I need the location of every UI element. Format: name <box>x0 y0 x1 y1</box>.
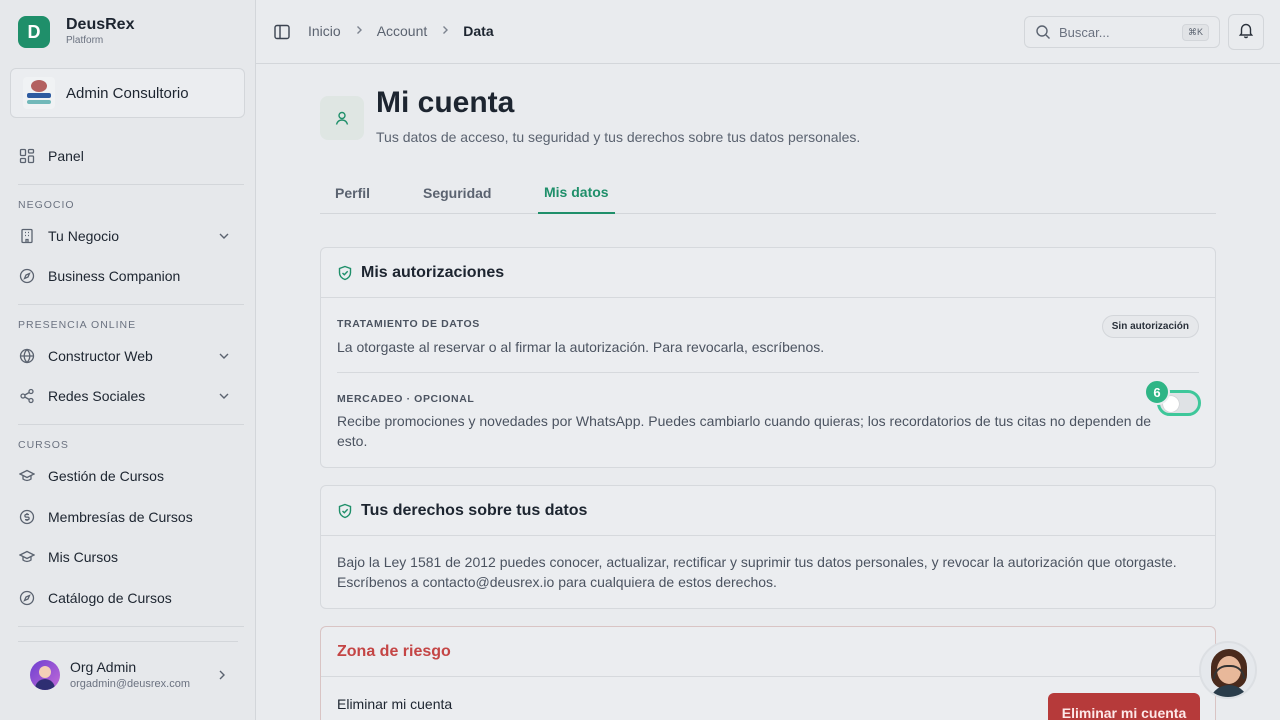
org-switcher[interactable]: Admin Consultorio <box>10 68 245 118</box>
sidebar-item-label: Gestión de Cursos <box>48 468 164 484</box>
breadcrumb-item-account[interactable]: Account <box>377 23 428 39</box>
sidebar-item-redes-sociales[interactable]: Redes Sociales <box>18 380 238 412</box>
section-label-cursos: CURSOS <box>18 439 69 451</box>
card-title: Mis autorizaciones <box>361 263 505 281</box>
org-name: Admin Consultorio <box>66 84 189 102</box>
sidebar-item-label: Panel <box>48 148 84 164</box>
user-email: orgadmin@deusrex.com <box>70 677 190 690</box>
sidebar-item-label: Constructor Web <box>48 348 153 364</box>
page-subtitle: Tus datos de acceso, tu seguridad y tus … <box>376 129 861 145</box>
search-input[interactable]: Buscar... ⌘K <box>1024 16 1220 48</box>
card-title: Tus derechos sobre tus datos <box>361 501 588 519</box>
section-label-presencia: PRESENCIA ONLINE <box>18 319 137 331</box>
card-header: Tus derechos sobre tus datos <box>321 486 1215 536</box>
shield-check-icon <box>337 503 353 519</box>
dashboard-icon <box>18 147 36 165</box>
notifications-button[interactable] <box>1228 14 1264 50</box>
building-icon <box>18 227 36 245</box>
chevron-right-icon <box>439 24 451 39</box>
status-badge: Sin autorización <box>1101 315 1199 338</box>
user-icon <box>320 96 364 140</box>
sidebar-divider <box>18 184 244 185</box>
sidebar: D DeusRex Platform Admin Consultorio Pan… <box>0 0 256 720</box>
derechos-text: Bajo la Ley 1581 de 2012 puedes conocer,… <box>337 554 1177 590</box>
tabs: Perfil Seguridad Mis datos <box>320 171 1216 214</box>
breadcrumb-item-data: Data <box>463 23 494 39</box>
sidebar-item-business-companion[interactable]: Business Companion <box>18 260 238 292</box>
derechos-card: Tus derechos sobre tus datos Bajo la Ley… <box>320 485 1216 609</box>
mercadeo-text: Recibe promociones y novedades por Whats… <box>337 413 1152 449</box>
sidebar-item-gestion-cursos[interactable]: Gestión de Cursos <box>18 460 238 492</box>
search-icon <box>1035 24 1051 40</box>
user-name: Org Admin <box>70 658 137 675</box>
chevron-down-icon[interactable] <box>216 228 232 244</box>
globe-icon <box>18 347 36 365</box>
sidebar-item-mis-cursos[interactable]: Mis Cursos <box>18 541 238 573</box>
eliminar-label: Eliminar mi cuenta <box>337 696 453 712</box>
avatar <box>30 659 60 690</box>
user-menu[interactable]: Org Admin orgadmin@deusrex.com <box>18 641 238 707</box>
sidebar-toggle-icon[interactable] <box>273 23 291 41</box>
delete-account-button[interactable]: Eliminar mi cuenta <box>1048 693 1200 720</box>
compass-icon <box>18 267 36 285</box>
sidebar-divider <box>18 626 244 627</box>
sidebar-item-label: Mis Cursos <box>48 549 119 565</box>
sidebar-item-label: Membresías de Cursos <box>48 509 193 525</box>
chevron-right-icon <box>353 24 365 39</box>
tab-perfil[interactable]: Perfil <box>335 171 370 214</box>
sidebar-item-label: Business Companion <box>48 268 181 284</box>
mercadeo-label: MERCADEO · OPCIONAL <box>337 393 475 405</box>
assistant-avatar-button[interactable] <box>1199 641 1257 699</box>
sidebar-divider <box>18 424 244 425</box>
shield-check-icon <box>337 265 353 281</box>
search-shortcut: ⌘K <box>1181 23 1209 41</box>
chevron-right-icon <box>214 667 230 683</box>
sidebar-item-label: Redes Sociales <box>48 388 146 404</box>
org-logo <box>23 77 55 109</box>
page-title: Mi cuenta <box>376 86 515 119</box>
brand-logo: D <box>18 16 50 48</box>
graduation-cap-icon <box>18 548 36 566</box>
step-marker: 6 <box>1144 379 1170 405</box>
breadcrumb: Inicio Account Data <box>308 23 494 39</box>
autorizaciones-card: Mis autorizaciones TRATAMIENTO DE DATOS … <box>320 247 1216 468</box>
section-label-negocio: NEGOCIO <box>18 199 75 211</box>
chevron-down-icon[interactable] <box>216 348 232 364</box>
sidebar-item-label: Catálogo de Cursos <box>48 590 172 606</box>
chevron-down-icon[interactable] <box>216 388 232 404</box>
brand-name: DeusRex <box>66 16 135 33</box>
bell-icon <box>1237 21 1255 44</box>
tab-seguridad[interactable]: Seguridad <box>423 171 491 214</box>
dollar-circle-icon <box>18 508 36 526</box>
topbar: Inicio Account Data Buscar... ⌘K <box>256 0 1280 64</box>
row-divider <box>337 372 1199 373</box>
sidebar-item-membresias-cursos[interactable]: Membresías de Cursos <box>18 501 238 533</box>
sidebar-item-tu-negocio[interactable]: Tu Negocio <box>18 220 238 252</box>
sidebar-item-catalogo-cursos[interactable]: Catálogo de Cursos <box>18 582 238 614</box>
brand[interactable]: D DeusRex Platform <box>18 16 134 48</box>
tratamiento-text: La otorgaste al reservar o al firmar la … <box>337 339 825 355</box>
graduation-cap-icon <box>18 467 36 485</box>
sidebar-divider <box>18 304 244 305</box>
tab-mis-datos[interactable]: Mis datos <box>538 171 615 214</box>
compass-icon <box>18 589 36 607</box>
card-title: Zona de riesgo <box>321 627 1215 677</box>
brand-text: DeusRex Platform <box>66 16 134 48</box>
share-icon <box>18 387 36 405</box>
tratamiento-label: TRATAMIENTO DE DATOS <box>337 318 480 330</box>
breadcrumb-item-inicio[interactable]: Inicio <box>308 23 341 39</box>
user-text: Org Admin orgadmin@deusrex.com <box>70 658 214 692</box>
sidebar-item-panel[interactable]: Panel <box>18 140 238 172</box>
card-header: Mis autorizaciones <box>321 248 1215 298</box>
search-placeholder: Buscar... <box>1059 24 1110 40</box>
sidebar-item-constructor-web[interactable]: Constructor Web <box>18 340 238 372</box>
brand-subtitle: Platform <box>66 35 104 46</box>
riesgo-card: Zona de riesgo Eliminar mi cuenta Elimin… <box>320 626 1216 720</box>
sidebar-item-label: Tu Negocio <box>48 228 120 244</box>
